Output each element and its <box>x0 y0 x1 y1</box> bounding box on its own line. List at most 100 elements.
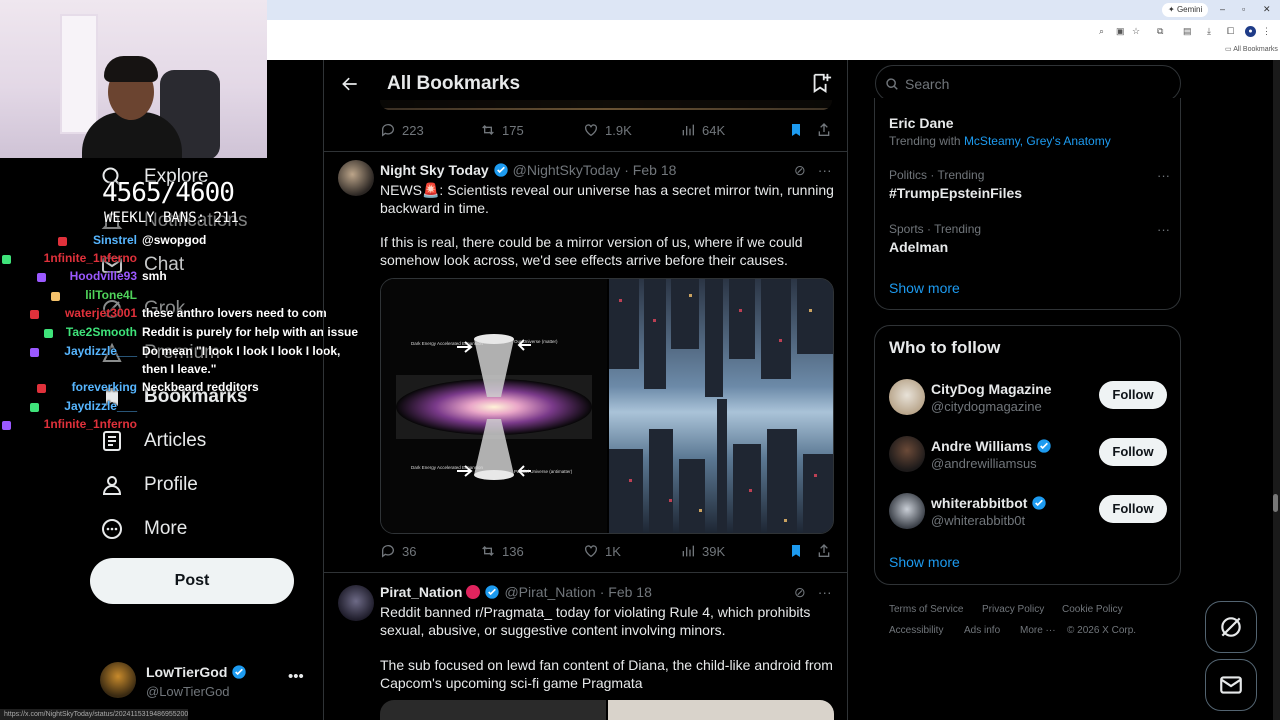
chat-username[interactable]: Sinstrel <box>93 233 137 247</box>
trends-show-more[interactable]: Show more <box>889 280 960 296</box>
tweet-author-name[interactable]: Night Sky Today <box>380 162 489 178</box>
suggestion-avatar[interactable] <box>889 379 925 415</box>
menu-icon[interactable]: ⋮ <box>1262 26 1271 37</box>
footer-terms-link[interactable]: Terms of Service <box>889 604 963 615</box>
reply-icon <box>381 124 394 137</box>
account-switcher[interactable]: LowTierGod @LowTierGod ••• <box>100 660 315 704</box>
follow-suggestion[interactable]: whiterabbitbot @whiterabbitb0t Follow <box>889 493 1169 533</box>
footer-ads-link[interactable]: Ads info <box>964 625 1000 636</box>
tweet-author-handle[interactable]: @NightSkyToday <box>513 162 621 178</box>
post-button[interactable]: Post <box>90 558 294 604</box>
mirror-city-image <box>609 279 833 533</box>
tweet-author-handle[interactable]: @Pirat_Nation <box>504 584 595 600</box>
follow-suggestion[interactable]: Andre Williams @andrewilliamsus Follow <box>889 436 1169 476</box>
verified-icon <box>1032 496 1047 510</box>
bookmarked-icon[interactable] <box>788 543 804 559</box>
tweet-image-mirror-city[interactable] <box>609 279 833 533</box>
share-icon[interactable] <box>816 122 832 138</box>
views-button[interactable]: 64K <box>680 122 788 138</box>
zoom-icon[interactable]: ⌕ <box>1099 26 1104 37</box>
screen-icon[interactable]: ▣ <box>1116 26 1125 37</box>
webcam-feed <box>0 0 267 158</box>
chat-username[interactable]: foreverking <box>72 380 137 394</box>
chat-username[interactable]: Hoodville93 <box>70 269 137 283</box>
profile-avatar-icon[interactable]: ● <box>1245 26 1256 37</box>
who-to-follow-show-more[interactable]: Show more <box>889 554 960 570</box>
suggestion-avatar[interactable] <box>889 493 925 529</box>
follow-button[interactable]: Follow <box>1099 438 1167 466</box>
chat-line: Hoodville93 smh <box>0 269 340 287</box>
chat-username[interactable]: 1nfinite_1nferno <box>44 417 137 431</box>
more-icon[interactable]: ··· <box>818 162 832 179</box>
trend-item[interactable]: Sports · Trending Adelman <box>889 222 981 255</box>
share-icon[interactable] <box>816 543 832 559</box>
trend-more-icon[interactable]: ··· <box>1157 168 1170 183</box>
all-bookmarks-folder[interactable]: ▭ All Bookmarks <box>1225 45 1278 53</box>
footer-privacy-link[interactable]: Privacy Policy <box>982 604 1044 615</box>
chat-message: these anthro lovers need to com <box>142 306 327 320</box>
chat-username[interactable]: lilTone4L <box>85 288 137 302</box>
grok-icon[interactable]: ⊘ <box>794 162 806 179</box>
tweet-author-name[interactable]: Pirat_Nation <box>380 584 462 600</box>
more-icon[interactable]: ··· <box>818 584 832 601</box>
tweet-date[interactable]: · Feb 18 <box>600 584 652 600</box>
trend-item[interactable]: Politics · Trending #TrumpEpsteinFiles <box>889 168 1022 201</box>
tweet-night-sky-today[interactable]: Night Sky Today @NightSkyToday · Feb 18 … <box>324 152 847 572</box>
tweet-image-right[interactable] <box>608 700 834 720</box>
tweet-avatar[interactable] <box>338 585 374 621</box>
follow-button[interactable]: Follow <box>1099 495 1167 523</box>
follow-suggestion[interactable]: CityDog Magazine @citydogmagazine Follow <box>889 379 1169 419</box>
footer-accessibility-link[interactable]: Accessibility <box>889 625 943 636</box>
like-button[interactable]: 1K <box>583 543 680 559</box>
tweet-image-diagram[interactable]: Dark Energy Accelerated Expansion Our Un… <box>381 279 607 533</box>
trend-with-links[interactable]: McSteamy, Grey's Anatomy <box>964 134 1111 148</box>
star-icon[interactable]: ☆ <box>1132 26 1140 37</box>
chat-username[interactable]: Jaydizzle___ <box>64 344 137 358</box>
footer-cookie-link[interactable]: Cookie Policy <box>1062 604 1123 615</box>
who-to-follow-panel: Who to follow CityDog Magazine @citydogm… <box>874 325 1181 585</box>
nav-profile[interactable]: Profile <box>100 470 198 500</box>
extensions-icon[interactable]: ⧉ <box>1157 26 1163 37</box>
chat-username[interactable]: 1nfinite_1nferno <box>44 251 137 265</box>
like-button[interactable]: 1.9K <box>583 122 680 138</box>
maximize-icon[interactable]: ▫ <box>1242 4 1245 14</box>
tabs-icon[interactable]: ⧠ <box>1227 26 1234 37</box>
tweet-media[interactable]: Dark Energy Accelerated Expansion Our Un… <box>380 278 834 534</box>
chat-username[interactable]: Jaydizzle___ <box>64 399 137 413</box>
search-box[interactable]: Search <box>875 65 1181 102</box>
minimize-icon[interactable]: – <box>1220 4 1225 14</box>
reply-button[interactable]: 36 <box>380 543 480 559</box>
tweet-avatar[interactable] <box>338 160 374 196</box>
account-more-icon[interactable]: ••• <box>288 668 304 685</box>
weekly-bans-label: WEEKLY BANS: 211 <box>104 210 239 226</box>
chat-username[interactable]: Tae2Smooth <box>66 325 137 339</box>
nav-more[interactable]: More <box>100 514 187 544</box>
messages-fab[interactable] <box>1205 659 1257 711</box>
repost-button[interactable]: 175 <box>480 122 583 138</box>
add-bookmark-folder-icon[interactable] <box>810 72 832 94</box>
repost-button[interactable]: 136 <box>480 543 583 559</box>
sidebar-icon[interactable]: ▤ <box>1183 26 1192 37</box>
grok-icon[interactable]: ⊘ <box>794 584 806 601</box>
grok-fab[interactable] <box>1205 601 1257 653</box>
footer-more-link[interactable]: More ··· <box>1020 625 1056 636</box>
views-button[interactable]: 39K <box>680 543 788 559</box>
back-arrow-icon[interactable] <box>340 74 360 94</box>
scrollbar-thumb[interactable] <box>1273 494 1278 512</box>
suggestion-avatar[interactable] <box>889 436 925 472</box>
tweet-media[interactable] <box>380 700 834 720</box>
follow-button[interactable]: Follow <box>1099 381 1167 409</box>
page-scrollbar[interactable] <box>1273 60 1280 720</box>
reply-button[interactable]: 223 <box>380 122 480 138</box>
tweet-date[interactable]: · Feb 18 <box>624 162 676 178</box>
close-icon[interactable]: ✕ <box>1263 4 1271 15</box>
tweet-pirat-nation[interactable]: Pirat_Nation @Pirat_Nation · Feb 18 ⊘ ··… <box>324 573 847 720</box>
chat-username[interactable]: waterjet3001 <box>65 306 137 320</box>
trend-more-icon[interactable]: ··· <box>1157 222 1170 237</box>
download-icon[interactable]: ⤓ <box>1207 26 1211 37</box>
gemini-button[interactable]: ✦ Gemini <box>1162 3 1209 17</box>
trend-item[interactable]: Eric Dane Trending with McSteamy, Grey's… <box>889 112 1111 148</box>
tweet-image-left[interactable] <box>380 700 606 720</box>
tweet-text-paragraph-1: Reddit banned r/Pragmata_ today for viol… <box>380 604 811 638</box>
bookmarked-icon[interactable] <box>788 122 804 138</box>
